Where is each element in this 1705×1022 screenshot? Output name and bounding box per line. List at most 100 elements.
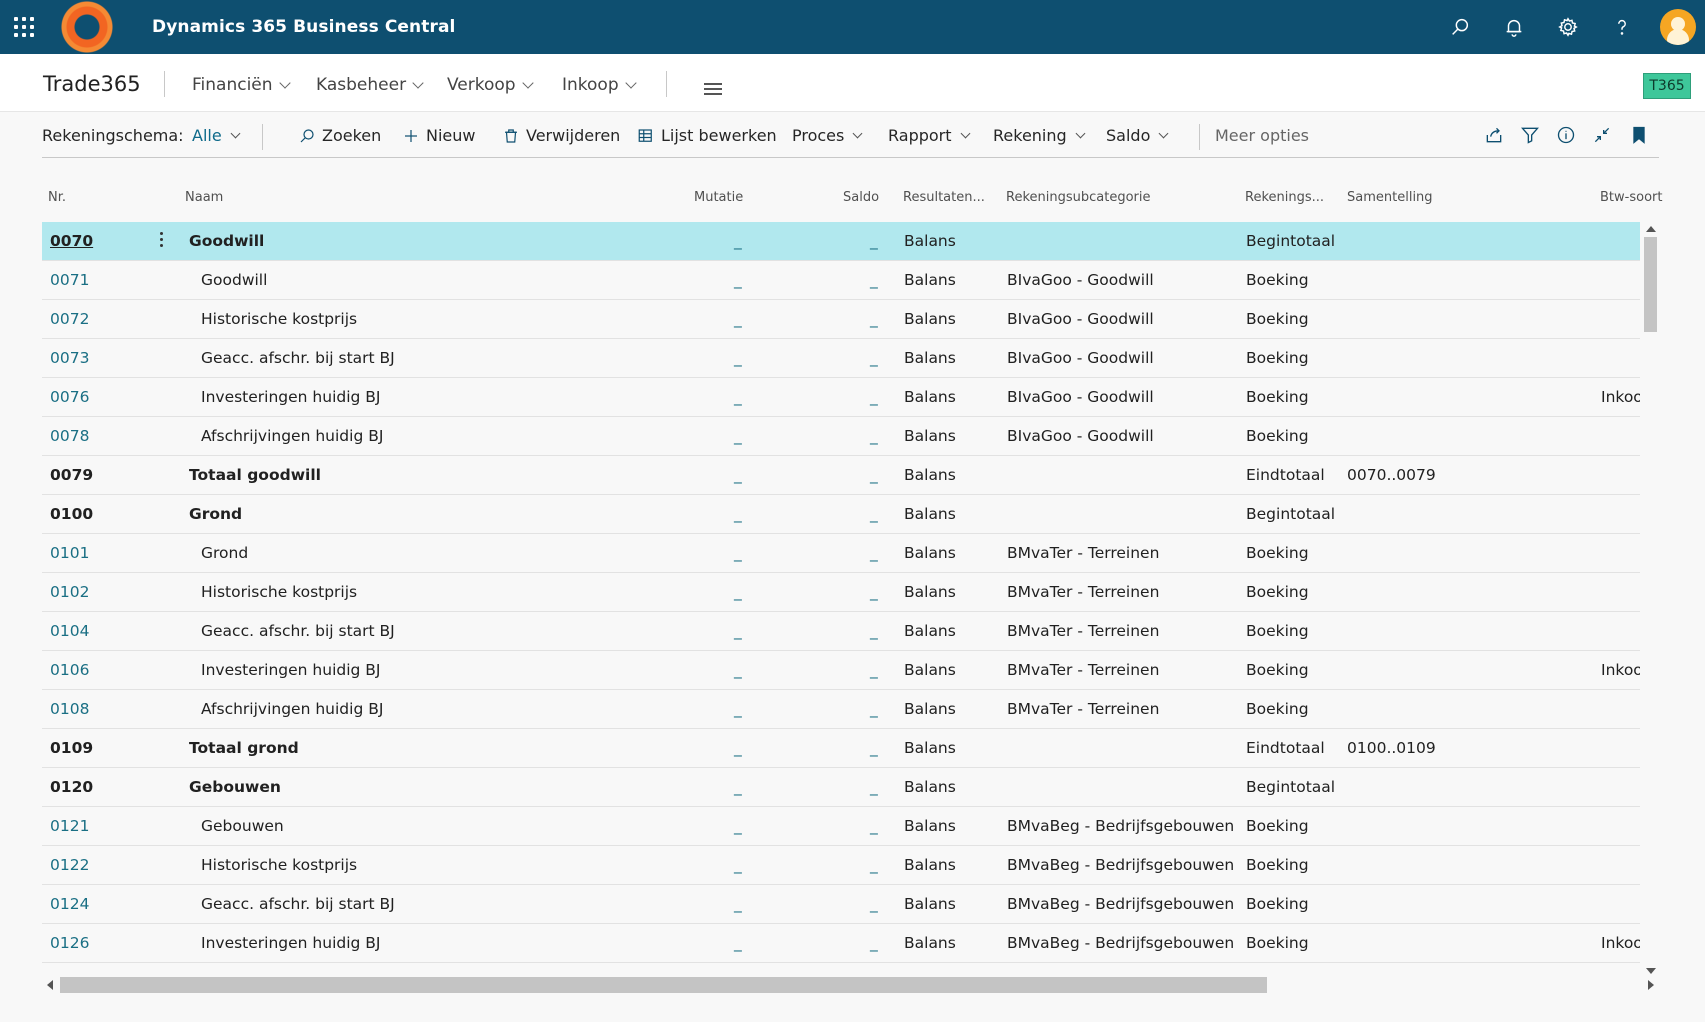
table-row[interactable]: 0079 Totaal goodwill _ _ Balans Eindtotaal 007… — [42, 456, 1640, 495]
scroll-right-icon[interactable] — [1648, 980, 1654, 990]
account-number[interactable]: 0101 — [50, 544, 89, 562]
schema-filter-dropdown[interactable]: Alle — [192, 126, 241, 145]
help-icon[interactable] — [1609, 14, 1635, 40]
balance-value[interactable]: _ — [870, 934, 878, 952]
table-row[interactable]: 0078 Afschrijvingen huidig BJ _ _ Balans BIva… — [42, 417, 1640, 456]
nav-item-verkoop[interactable]: Verkoop — [447, 75, 534, 95]
account-number[interactable]: 0102 — [50, 583, 89, 601]
balance-value[interactable]: _ — [870, 583, 878, 601]
table-row[interactable]: 0106 Investeringen huidig BJ _ _ Balans BMvaT… — [42, 651, 1640, 690]
net-change-value[interactable]: _ — [734, 817, 742, 835]
nav-item-financien[interactable]: Financiën — [192, 75, 291, 95]
row-actions-icon[interactable] — [160, 232, 164, 250]
net-change-value[interactable]: _ — [734, 349, 742, 367]
account-number[interactable]: 0079 — [50, 466, 93, 484]
balance-value[interactable]: _ — [870, 310, 878, 328]
account-number[interactable]: 0076 — [50, 388, 89, 406]
net-change-value[interactable]: _ — [734, 505, 742, 523]
table-row[interactable]: 0104 Geacc. afschr. bij start BJ _ _ Balans B… — [42, 612, 1640, 651]
net-change-value[interactable]: _ — [734, 856, 742, 874]
account-number[interactable]: 0124 — [50, 895, 89, 913]
table-row[interactable]: 0109 Totaal grond _ _ Balans Eindtotaal 0100..… — [42, 729, 1640, 768]
net-change-value[interactable]: _ — [734, 700, 742, 718]
balance-value[interactable]: _ — [870, 661, 878, 679]
column-header-mutatie[interactable]: Mutatie — [694, 190, 743, 205]
scroll-up-icon[interactable] — [1646, 226, 1656, 232]
table-row[interactable]: 0073 Geacc. afschr. bij start BJ _ _ Balans B… — [42, 339, 1640, 378]
net-change-value[interactable]: _ — [734, 271, 742, 289]
table-row[interactable]: 0121 Gebouwen _ _ Balans BMvaBeg - Bedrijfsge… — [42, 807, 1640, 846]
column-header-account-type[interactable]: Rekenings... — [1245, 190, 1324, 205]
company-name[interactable]: Trade365 — [43, 72, 141, 96]
process-menu[interactable]: Proces — [792, 126, 863, 145]
balance-value[interactable]: _ — [870, 739, 878, 757]
balance-value[interactable]: _ — [870, 778, 878, 796]
balance-value[interactable]: _ — [870, 505, 878, 523]
column-header-nr[interactable]: Nr. — [48, 190, 66, 205]
account-number[interactable]: 0072 — [50, 310, 89, 328]
net-change-value[interactable]: _ — [734, 427, 742, 445]
scroll-thumb[interactable] — [1644, 237, 1657, 332]
scroll-left-icon[interactable] — [47, 980, 53, 990]
account-number[interactable]: 0071 — [50, 271, 89, 289]
balance-value[interactable]: _ — [870, 895, 878, 913]
net-change-value[interactable]: _ — [734, 622, 742, 640]
account-number[interactable]: 0126 — [50, 934, 89, 952]
balance-value[interactable]: _ — [870, 349, 878, 367]
table-row[interactable]: 0124 Geacc. afschr. bij start BJ _ _ Balans B… — [42, 885, 1640, 924]
table-row[interactable]: 0076 Investeringen huidig BJ _ _ Balans BIvaG… — [42, 378, 1640, 417]
net-change-value[interactable]: _ — [734, 739, 742, 757]
table-row[interactable]: 0120 Gebouwen _ _ Balans Begintotaal — [42, 768, 1640, 807]
vertical-scrollbar[interactable] — [1640, 222, 1659, 974]
table-row[interactable]: 0108 Afschrijvingen huidig BJ _ _ Balans BMva… — [42, 690, 1640, 729]
net-change-value[interactable]: _ — [734, 544, 742, 562]
share-icon[interactable] — [1484, 125, 1506, 147]
delete-button[interactable]: Verwijderen — [502, 126, 620, 145]
balance-value[interactable]: _ — [870, 622, 878, 640]
column-header-subcategory[interactable]: Rekeningsubcategorie — [1006, 190, 1151, 205]
net-change-value[interactable]: _ — [734, 661, 742, 679]
menu-icon[interactable] — [704, 83, 722, 95]
account-number[interactable]: 0108 — [50, 700, 89, 718]
bookmark-icon[interactable] — [1629, 125, 1651, 147]
column-header-vat[interactable]: Btw-soort — [1600, 190, 1662, 205]
bell-icon[interactable] — [1501, 14, 1527, 40]
account-number[interactable]: 0109 — [50, 739, 93, 757]
nav-item-inkoop[interactable]: Inkoop — [562, 75, 637, 95]
balance-menu[interactable]: Saldo — [1106, 126, 1169, 145]
column-header-saldo[interactable]: Saldo — [843, 190, 879, 205]
horizontal-scrollbar[interactable] — [42, 974, 1659, 994]
balance-value[interactable]: _ — [870, 271, 878, 289]
net-change-value[interactable]: _ — [734, 310, 742, 328]
table-row[interactable]: 0100 Grond _ _ Balans Begintotaal — [42, 495, 1640, 534]
account-number[interactable]: 0070 — [50, 232, 93, 250]
balance-value[interactable]: _ — [870, 817, 878, 835]
table-row[interactable]: 0071 Goodwill _ _ Balans BIvaGoo - Goodwill Bo… — [42, 261, 1640, 300]
collapse-icon[interactable] — [1592, 125, 1614, 147]
balance-value[interactable]: _ — [870, 388, 878, 406]
search-icon[interactable] — [1447, 14, 1473, 40]
account-number[interactable]: 0104 — [50, 622, 89, 640]
table-row[interactable]: 0070 Goodwill _ _ Balans Begintotaal — [42, 222, 1640, 261]
balance-value[interactable]: _ — [870, 466, 878, 484]
net-change-value[interactable]: _ — [734, 895, 742, 913]
net-change-value[interactable]: _ — [734, 583, 742, 601]
column-header-totaling[interactable]: Samentelling — [1347, 190, 1433, 205]
nav-item-kasbeheer[interactable]: Kasbeheer — [316, 75, 424, 95]
column-header-result[interactable]: Resultaten... — [903, 190, 985, 205]
table-row[interactable]: 0072 Historische kostprijs _ _ Balans BIvaGoo… — [42, 300, 1640, 339]
account-number[interactable]: 0106 — [50, 661, 89, 679]
user-avatar[interactable] — [1660, 9, 1696, 45]
new-button[interactable]: Nieuw — [402, 126, 475, 145]
edit-list-button[interactable]: Lijst bewerken — [637, 126, 777, 145]
scroll-thumb[interactable] — [60, 977, 1267, 993]
account-number[interactable]: 0100 — [50, 505, 93, 523]
search-button[interactable]: Zoeken — [298, 126, 381, 145]
info-icon[interactable] — [1556, 125, 1578, 147]
table-row[interactable]: 0122 Historische kostprijs _ _ Balans BMvaBeg… — [42, 846, 1640, 885]
gear-icon[interactable] — [1555, 14, 1581, 40]
account-number[interactable]: 0120 — [50, 778, 93, 796]
balance-value[interactable]: _ — [870, 856, 878, 874]
balance-value[interactable]: _ — [870, 700, 878, 718]
report-menu[interactable]: Rapport — [888, 126, 970, 145]
